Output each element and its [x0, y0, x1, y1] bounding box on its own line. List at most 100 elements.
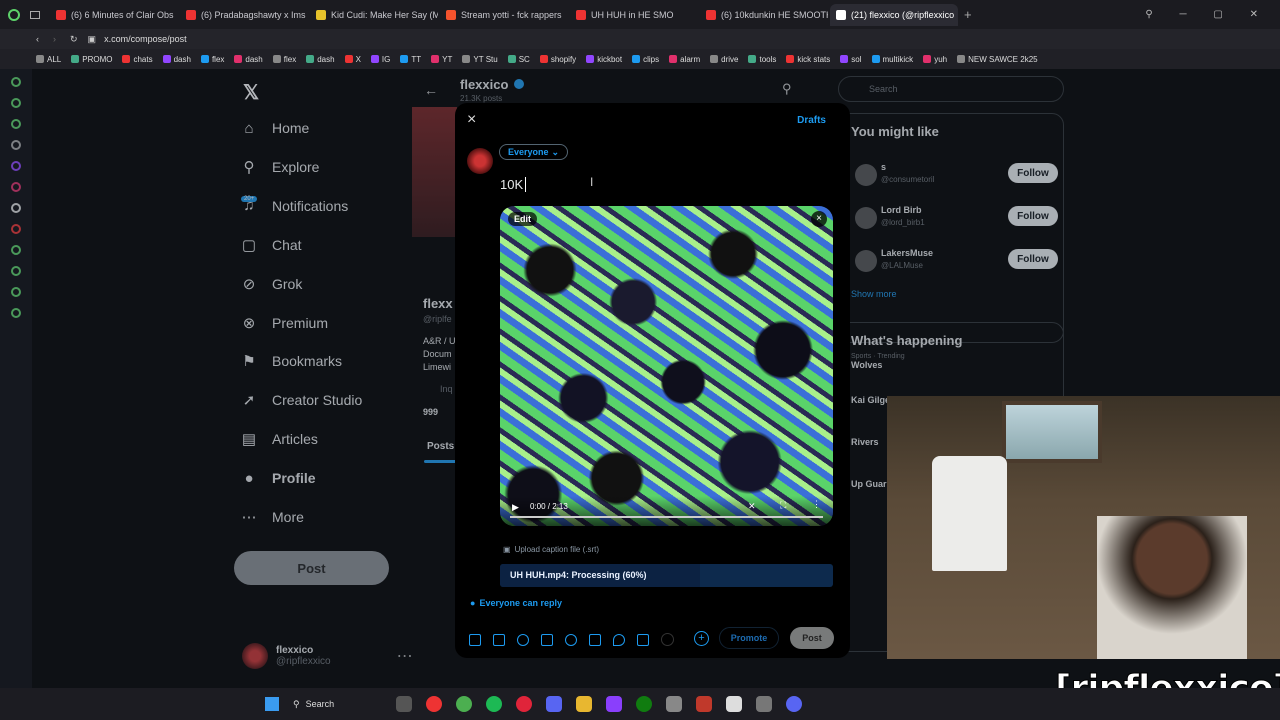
browser-tab[interactable]: (6) 10kdunkin HE SMOOTH	[700, 4, 828, 26]
post-submit-button[interactable]: Post	[790, 627, 834, 649]
bookmark-item[interactable]: ALL	[36, 55, 61, 64]
xbox-icon[interactable]	[636, 696, 652, 712]
browser-tab[interactable]: Kid Cudi: Make Her Say (M	[310, 4, 438, 26]
discord-icon[interactable]	[546, 696, 562, 712]
tab-favicon-icon	[56, 9, 66, 20]
back-icon[interactable]: ‹	[36, 34, 39, 44]
browser-tab[interactable]: Stream yotti - fck rappers	[440, 4, 568, 26]
bookmark-item[interactable]: multikick	[871, 55, 913, 64]
audience-selector[interactable]: Everyone ⌄	[499, 144, 569, 160]
bookmark-item[interactable]: tools	[748, 55, 776, 64]
bookmark-item[interactable]: kickbot	[586, 55, 622, 64]
poll-icon[interactable]	[541, 633, 553, 646]
close-button[interactable]: ×	[467, 111, 476, 129]
chevron-down-icon: ⌄	[551, 146, 560, 157]
chrome-icon[interactable]	[456, 696, 472, 712]
schedule-icon[interactable]	[589, 633, 601, 646]
taskbar-app-icon[interactable]	[396, 696, 412, 712]
bookmark-item[interactable]: PROMO	[71, 55, 112, 64]
bookmark-item[interactable]: chats	[122, 54, 153, 64]
bookmark-item[interactable]: drive	[710, 55, 738, 64]
bookmark-icon	[710, 55, 719, 63]
reload-icon[interactable]: ↻	[70, 34, 78, 45]
post-text-input[interactable]: 10K	[500, 177, 527, 192]
bookmark-item[interactable]: dash	[306, 54, 335, 64]
address-bar: ‹ › ↻ ▣ x.com/compose/post	[0, 29, 1280, 49]
taskbar-app-icon[interactable]	[696, 696, 712, 712]
bookmark-icon	[36, 55, 44, 63]
bookmark-item[interactable]: flex	[272, 55, 296, 64]
globe-icon: ●	[470, 598, 476, 608]
bookmark-label: dash	[317, 54, 335, 64]
remove-media-button[interactable]: ×	[811, 211, 827, 227]
bookmark-item[interactable]: YT	[431, 55, 452, 64]
more-icon[interactable]: ⋮	[812, 499, 821, 510]
new-tab-button[interactable]: +	[964, 7, 972, 22]
bookmark-item[interactable]: IG	[370, 54, 391, 64]
taskbar-app-icon[interactable]	[606, 696, 622, 712]
processing-bar: UH HUH.mp4: Processing (60%)	[500, 564, 833, 587]
add-post-icon[interactable]: +	[694, 631, 709, 646]
bookmark-item[interactable]: clips	[632, 55, 659, 64]
bookmark-label: SC	[518, 54, 530, 64]
start-button[interactable]	[265, 697, 279, 711]
bookmark-item[interactable]: TT	[400, 55, 421, 64]
browser-tab[interactable]: UH HUH in HE SMO	[570, 4, 698, 26]
bookmark-item[interactable]: dash	[234, 55, 263, 64]
window-controls[interactable]: ⚲ ─ ▢ ✕	[1145, 9, 1270, 20]
bookmark-label: tools	[759, 54, 777, 64]
bookmark-item[interactable]: NEW SAWCE 2k25	[957, 55, 1038, 64]
bookmark-item[interactable]: alarm	[669, 55, 700, 64]
video-progress[interactable]	[510, 516, 823, 518]
video-preview[interactable]: Edit × ▶ 0:00 / 2:13 ✕ ⛶ ⋮	[500, 206, 833, 526]
tab-switcher-icon[interactable]	[30, 10, 40, 19]
location-icon[interactable]	[613, 633, 625, 646]
image-icon[interactable]	[469, 633, 481, 646]
flag-icon[interactable]	[637, 633, 649, 646]
bookmark-icon	[344, 55, 353, 63]
bookmark-item[interactable]: YT Stu	[462, 55, 498, 64]
taskbar-app-icon[interactable]	[756, 696, 772, 712]
caption-upload-link[interactable]: ▣ Upload caption file (.srt)	[503, 545, 599, 554]
folder-icon[interactable]	[576, 696, 592, 712]
grok-icon[interactable]	[517, 633, 529, 646]
mute-icon[interactable]: ✕	[748, 501, 756, 512]
gif-icon[interactable]	[493, 633, 505, 646]
taskbar-app-icon[interactable]	[426, 696, 442, 712]
play-icon[interactable]: ▶	[512, 502, 519, 513]
reply-settings[interactable]: ● Everyone can reply	[470, 598, 562, 608]
avatar	[467, 148, 493, 174]
taskbar-app-icon[interactable]	[666, 696, 682, 712]
taskbar-app-icon[interactable]	[726, 696, 742, 712]
bookmark-item[interactable]: sol	[840, 55, 862, 64]
bookmark-item[interactable]: SC	[507, 54, 530, 64]
char-counter	[661, 633, 674, 646]
emoji-icon[interactable]	[565, 633, 577, 646]
bookmark-item[interactable]: flex	[200, 55, 224, 64]
promote-button[interactable]: Promote	[719, 627, 779, 649]
drafts-button[interactable]: Drafts	[797, 115, 826, 126]
bookmark-item[interactable]: dash	[162, 55, 191, 64]
fullscreen-icon[interactable]: ⛶	[780, 500, 786, 511]
bookmark-icon	[632, 55, 641, 63]
spotify-icon[interactable]	[486, 696, 502, 712]
bookmark-item[interactable]: shopify	[539, 55, 576, 64]
browser-tab[interactable]: (21) flexxico (@ripflexxico	[830, 3, 958, 26]
bookmark-item[interactable]: X	[344, 55, 361, 64]
browser-tab[interactable]: (6) Pradabagshawty x Ims	[180, 4, 308, 26]
edit-media-button[interactable]: Edit	[508, 212, 537, 226]
taskbar-search[interactable]: ⚲ Search	[293, 699, 389, 710]
opera-icon[interactable]	[516, 696, 532, 712]
bookmark-item[interactable]: kick stats	[786, 55, 830, 64]
bookmark-label: alarm	[680, 54, 701, 64]
opera-logo-icon[interactable]	[8, 8, 20, 21]
bookmark-icon	[122, 55, 131, 63]
browser-tab[interactable]: (6) 6 Minutes of Clair Obs	[50, 4, 178, 26]
tab-label: (6) 10kdunkin HE SMOOTH	[721, 9, 828, 20]
taskbar-app-icon[interactable]	[786, 696, 802, 712]
bookmark-item[interactable]: yuh	[923, 55, 947, 64]
bookmark-label: IG	[381, 54, 391, 64]
bookmark-label: chats	[133, 54, 153, 64]
forward-icon[interactable]: ›	[53, 34, 56, 44]
url-field[interactable]: x.com/compose/post	[104, 34, 187, 44]
